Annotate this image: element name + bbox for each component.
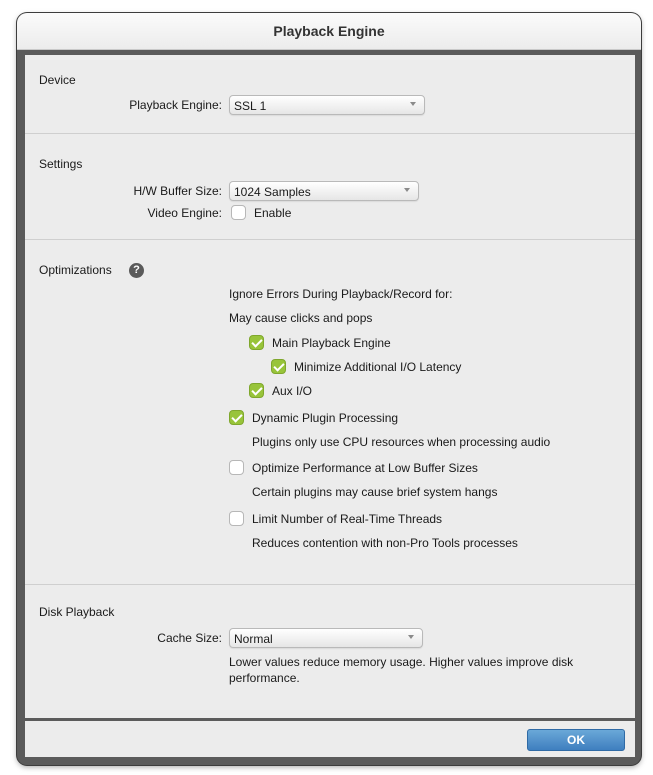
optimize-low-buffer-label: Optimize Performance at Low Buffer Sizes — [252, 461, 478, 475]
cache-size-note-line1: Lower values reduce memory usage. Higher… — [229, 655, 574, 669]
limit-threads-checkbox[interactable] — [229, 511, 244, 526]
cache-size-label: Cache Size: — [157, 631, 222, 645]
buffer-size-value: 1024 Samples — [234, 185, 311, 199]
settings-section-title: Settings — [39, 157, 83, 171]
optimizations-section-title: Optimizations — [39, 263, 112, 277]
dialog-title: Playback Engine — [17, 13, 641, 50]
dynamic-plugin-checkbox[interactable] — [229, 410, 244, 425]
video-engine-checkbox[interactable] — [231, 205, 246, 220]
main-playback-engine-checkbox[interactable] — [249, 335, 264, 350]
dialog-footer: OK — [25, 721, 635, 757]
playback-engine-label: Playback Engine: — [129, 98, 222, 112]
chevron-down-icon — [408, 635, 414, 639]
chevron-down-icon — [410, 102, 416, 106]
buffer-size-label: H/W Buffer Size: — [133, 184, 222, 198]
buffer-size-select[interactable]: 1024 Samples — [229, 181, 419, 201]
divider — [25, 584, 635, 585]
video-engine-enable-label: Enable — [254, 206, 292, 220]
ignore-errors-heading: Ignore Errors During Playback/Record for… — [229, 287, 453, 301]
dialog-content: Device Playback Engine: SSL 1 Settings H… — [25, 55, 635, 718]
playback-engine-dialog: Playback Engine Device Playback Engine: … — [17, 13, 641, 765]
disk-playback-section-title: Disk Playback — [39, 605, 115, 619]
ignore-errors-note: May cause clicks and pops — [229, 311, 373, 325]
dynamic-plugin-label: Dynamic Plugin Processing — [252, 411, 399, 425]
optimize-low-buffer-checkbox[interactable] — [229, 460, 244, 475]
limit-threads-label: Limit Number of Real-Time Threads — [252, 512, 443, 526]
ok-button[interactable]: OK — [527, 729, 625, 751]
help-icon[interactable]: ? — [129, 263, 144, 278]
aux-io-label: Aux I/O — [272, 384, 313, 398]
minimize-latency-label: Minimize Additional I/O Latency — [294, 360, 462, 374]
cache-size-value: Normal — [234, 632, 273, 646]
playback-engine-select[interactable]: SSL 1 — [229, 95, 425, 115]
optimize-low-buffer-desc: Certain plugins may cause brief system h… — [252, 485, 498, 499]
aux-io-checkbox[interactable] — [249, 383, 264, 398]
device-section-title: Device — [39, 73, 76, 87]
chevron-down-icon — [404, 188, 410, 192]
divider — [25, 133, 635, 134]
main-playback-engine-label: Main Playback Engine — [272, 336, 391, 350]
dynamic-plugin-desc: Plugins only use CPU resources when proc… — [252, 435, 551, 449]
cache-size-note-line2: performance. — [229, 671, 300, 685]
divider — [25, 239, 635, 240]
minimize-latency-checkbox[interactable] — [271, 359, 286, 374]
playback-engine-value: SSL 1 — [234, 99, 267, 113]
cache-size-select[interactable]: Normal — [229, 628, 423, 648]
video-engine-label: Video Engine: — [147, 206, 222, 220]
limit-threads-desc: Reduces contention with non-Pro Tools pr… — [252, 536, 518, 550]
